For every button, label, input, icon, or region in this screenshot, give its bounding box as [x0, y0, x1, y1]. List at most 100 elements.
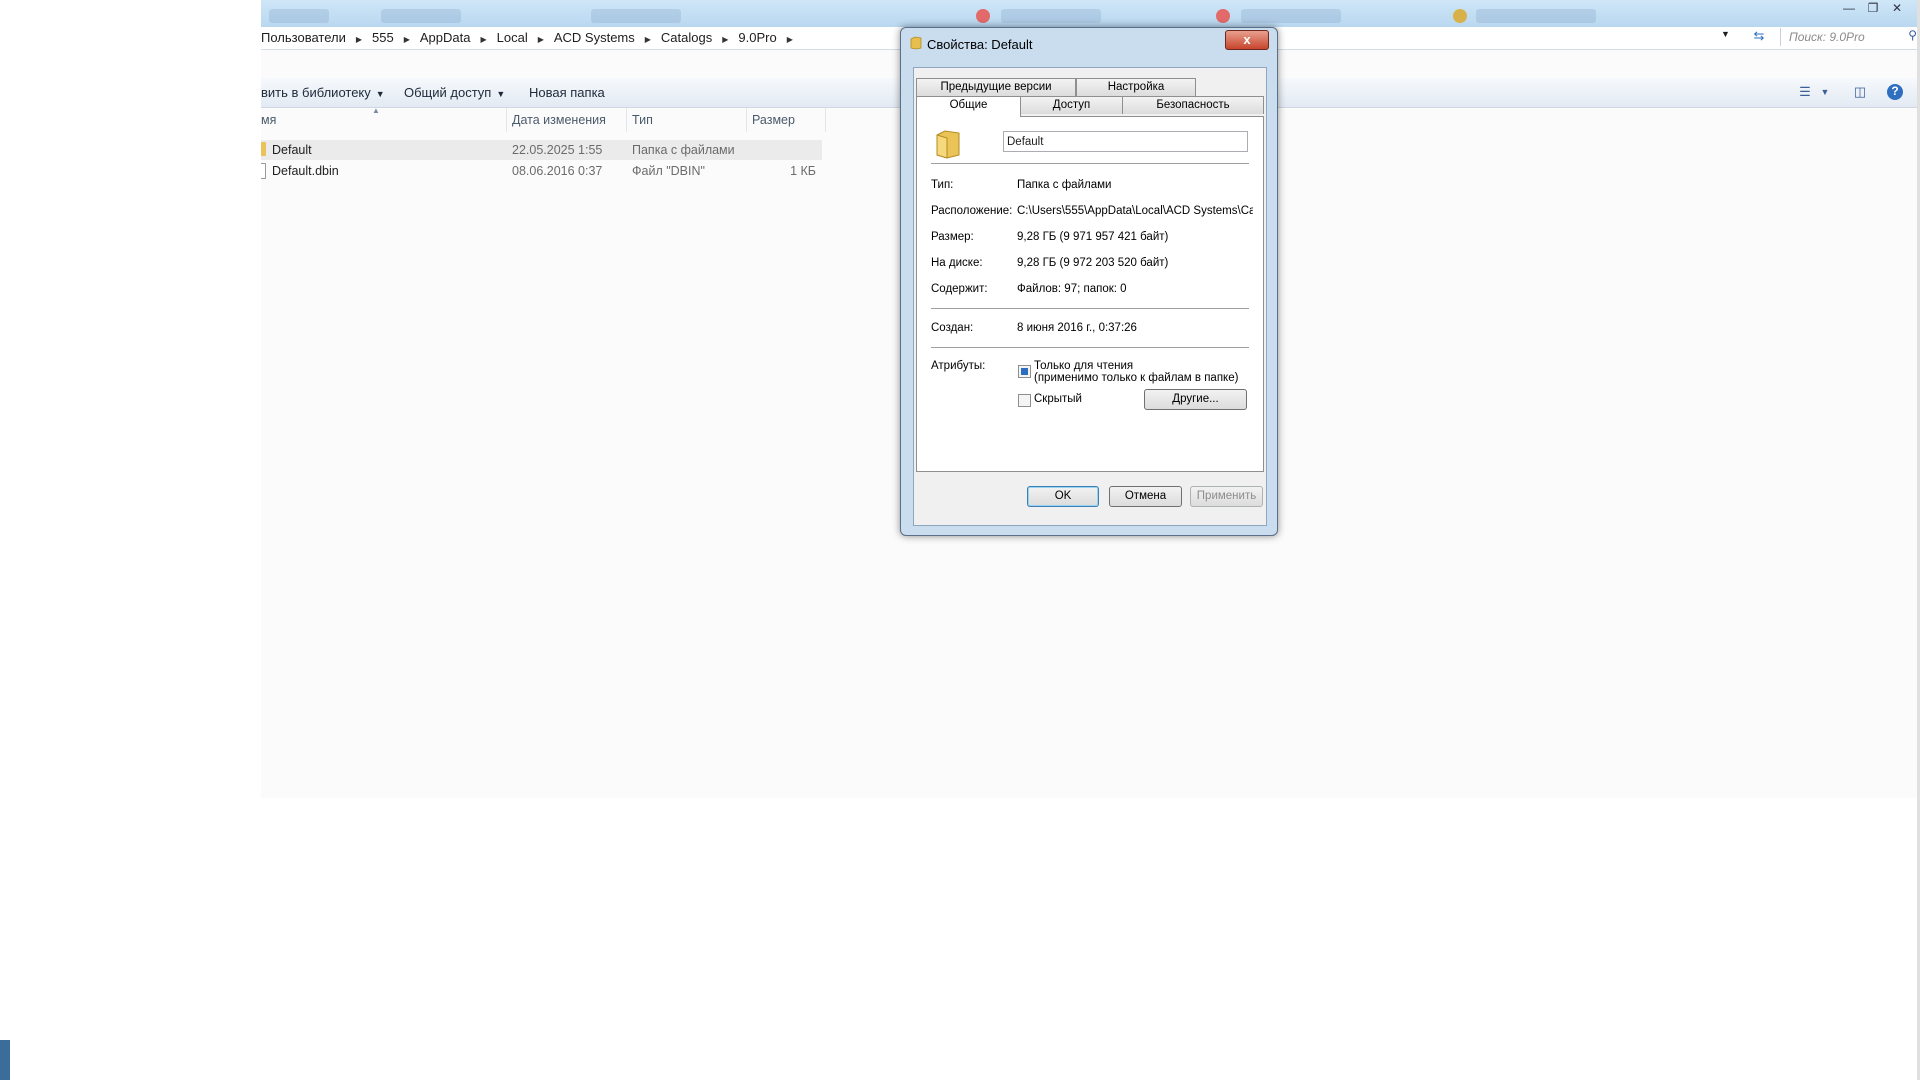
breadcrumb-arrow-icon[interactable]: ▶	[641, 35, 661, 44]
created-value: 8 июня 2016 г., 0:37:26	[1017, 322, 1137, 334]
share-button[interactable]: Общий доступ ▼	[404, 85, 505, 100]
breadcrumb-item[interactable]: Пользователи	[261, 30, 352, 45]
window-controls: — ❐ ✕	[1836, 0, 1908, 17]
view-options-icon[interactable]: ☰	[1797, 84, 1813, 100]
breadcrumb-arrow-icon[interactable]: ▶	[352, 35, 372, 44]
breadcrumb-item[interactable]: 9.0Pro	[738, 30, 782, 45]
column-header: ▲ мя Дата изменения Тип Размер	[261, 106, 826, 132]
column-divider[interactable]	[825, 108, 826, 132]
breadcrumb-arrow-icon[interactable]: ▶	[476, 35, 496, 44]
search-input[interactable]: Поиск: 9.0Pro ⚲	[1780, 28, 1920, 46]
blurred-tab-icon	[1216, 9, 1230, 23]
size-value: 9,28 ГБ (9 971 957 421 байт)	[1017, 231, 1169, 243]
chevron-down-icon[interactable]: ▼	[1817, 87, 1833, 103]
address-dropdown-icon[interactable]: ▼	[1721, 29, 1737, 39]
breadcrumb-item[interactable]: AppData	[420, 30, 477, 45]
file-icon	[261, 163, 266, 179]
chevron-down-icon: ▼	[375, 89, 385, 99]
properties-dialog: Свойства: Default x Предыдущие версии На…	[900, 27, 1278, 536]
close-window-icon[interactable]: ✕	[1886, 1, 1908, 17]
tab-sharing[interactable]: Доступ	[1020, 96, 1123, 114]
column-name[interactable]: мя	[261, 113, 276, 127]
column-size[interactable]: Размер	[752, 113, 795, 127]
file-modified: 22.05.2025 1:55	[512, 143, 603, 157]
dialog-title: Свойства: Default	[927, 37, 1033, 52]
advanced-attributes-button[interactable]: Другие...	[1144, 389, 1247, 410]
sort-ascending-icon: ▲	[372, 106, 380, 115]
preview-pane-icon[interactable]: ◫	[1852, 84, 1868, 100]
file-modified: 08.06.2016 0:37	[512, 164, 603, 178]
tab-customize[interactable]: Настройка	[1076, 78, 1196, 96]
apply-button[interactable]: Применить	[1190, 486, 1263, 507]
file-type: Файл "DBIN"	[632, 164, 705, 178]
blurred-tab	[591, 9, 681, 23]
folder-icon	[936, 130, 960, 159]
search-icon[interactable]: ⚲	[1908, 28, 1917, 42]
tab-general[interactable]: Общие	[916, 96, 1021, 117]
breadcrumb-arrow-icon[interactable]: ▶	[718, 35, 738, 44]
breadcrumb-arrow-icon[interactable]: ▶	[534, 35, 554, 44]
blurred-tab	[1241, 9, 1341, 23]
column-divider[interactable]	[626, 108, 627, 132]
breadcrumb-arrow-icon[interactable]: ▶	[400, 35, 420, 44]
readonly-checkbox[interactable]	[1018, 365, 1031, 378]
file-name: Default.dbin	[272, 164, 339, 178]
breadcrumb-arrow-icon[interactable]: ▶	[783, 35, 803, 44]
blurred-tab	[381, 9, 461, 23]
attributes-label: Атрибуты:	[931, 360, 986, 372]
column-type[interactable]: Тип	[632, 113, 653, 127]
breadcrumb: Пользователи ▶ 555 ▶ AppData ▶ Local ▶ ACD Syste…	[261, 30, 803, 45]
maximize-icon[interactable]: ❐	[1862, 1, 1884, 17]
size-label: Размер:	[931, 231, 974, 243]
contains-value: Файлов: 97; папок: 0	[1017, 283, 1127, 295]
share-label: Общий доступ	[404, 85, 492, 100]
hidden-checkbox[interactable]	[1018, 394, 1031, 407]
column-modified[interactable]: Дата изменения	[512, 113, 606, 127]
readonly-note: (применимо только к файлам в папке)	[1034, 372, 1239, 384]
divider	[931, 163, 1249, 164]
taskbar-edge	[0, 1040, 10, 1080]
minimize-icon[interactable]: —	[1838, 1, 1860, 17]
tab-security[interactable]: Безопасность	[1122, 96, 1264, 114]
folder-name-input[interactable]: Default	[1003, 131, 1248, 152]
hidden-label[interactable]: Скрытый	[1034, 393, 1082, 405]
blurred-tab-icon	[1453, 9, 1467, 23]
blurred-tab	[1476, 9, 1596, 23]
taskbar-tabs-strip: — ❐ ✕	[261, 0, 1920, 30]
add-to-library-label: вить в библиотеку	[261, 85, 371, 100]
tab-previous-versions[interactable]: Предыдущие версии	[916, 78, 1076, 96]
general-tab-panel: Default Тип: Папка с файлами Расположени…	[916, 116, 1264, 472]
column-divider[interactable]	[506, 108, 507, 132]
breadcrumb-item[interactable]: ACD Systems	[554, 30, 641, 45]
ok-button[interactable]: OK	[1027, 486, 1099, 507]
dialog-body: Предыдущие версии Настройка Общие Доступ…	[913, 67, 1267, 526]
chevron-down-icon: ▼	[496, 89, 506, 99]
type-label: Тип:	[931, 179, 954, 191]
contains-label: Содержит:	[931, 283, 988, 295]
search-placeholder: Поиск: 9.0Pro	[1789, 30, 1865, 44]
file-name: Default	[272, 143, 312, 157]
location-label: Расположение:	[931, 205, 1013, 217]
type-value: Папка с файлами	[1017, 179, 1112, 191]
new-folder-button[interactable]: Новая папка	[529, 85, 605, 100]
breadcrumb-item[interactable]: Catalogs	[661, 30, 718, 45]
close-button[interactable]: x	[1225, 30, 1269, 50]
refresh-icon[interactable]: ⇆	[1748, 28, 1770, 46]
blurred-tab-icon	[976, 9, 990, 23]
cancel-button[interactable]: Отмена	[1109, 486, 1182, 507]
breadcrumb-item[interactable]: Local	[497, 30, 534, 45]
file-row[interactable]: Default.dbin 08.06.2016 0:37 Файл "DBIN"…	[261, 161, 822, 181]
column-divider[interactable]	[746, 108, 747, 132]
help-icon[interactable]: ?	[1887, 84, 1903, 100]
divider	[931, 347, 1249, 348]
file-type: Папка с файлами	[632, 143, 735, 157]
file-row[interactable]: Default 22.05.2025 1:55 Папка с файлами	[261, 140, 822, 160]
add-to-library-button[interactable]: вить в библиотеку ▼	[261, 85, 385, 100]
created-label: Создан:	[931, 322, 974, 334]
disk-size-value: 9,28 ГБ (9 972 203 520 байт)	[1017, 257, 1169, 269]
disk-size-label: На диске:	[931, 257, 983, 269]
breadcrumb-item[interactable]: 555	[372, 30, 400, 45]
blurred-tab	[1001, 9, 1101, 23]
folder-icon	[910, 36, 922, 50]
readonly-label[interactable]: Только для чтения	[1034, 360, 1133, 372]
